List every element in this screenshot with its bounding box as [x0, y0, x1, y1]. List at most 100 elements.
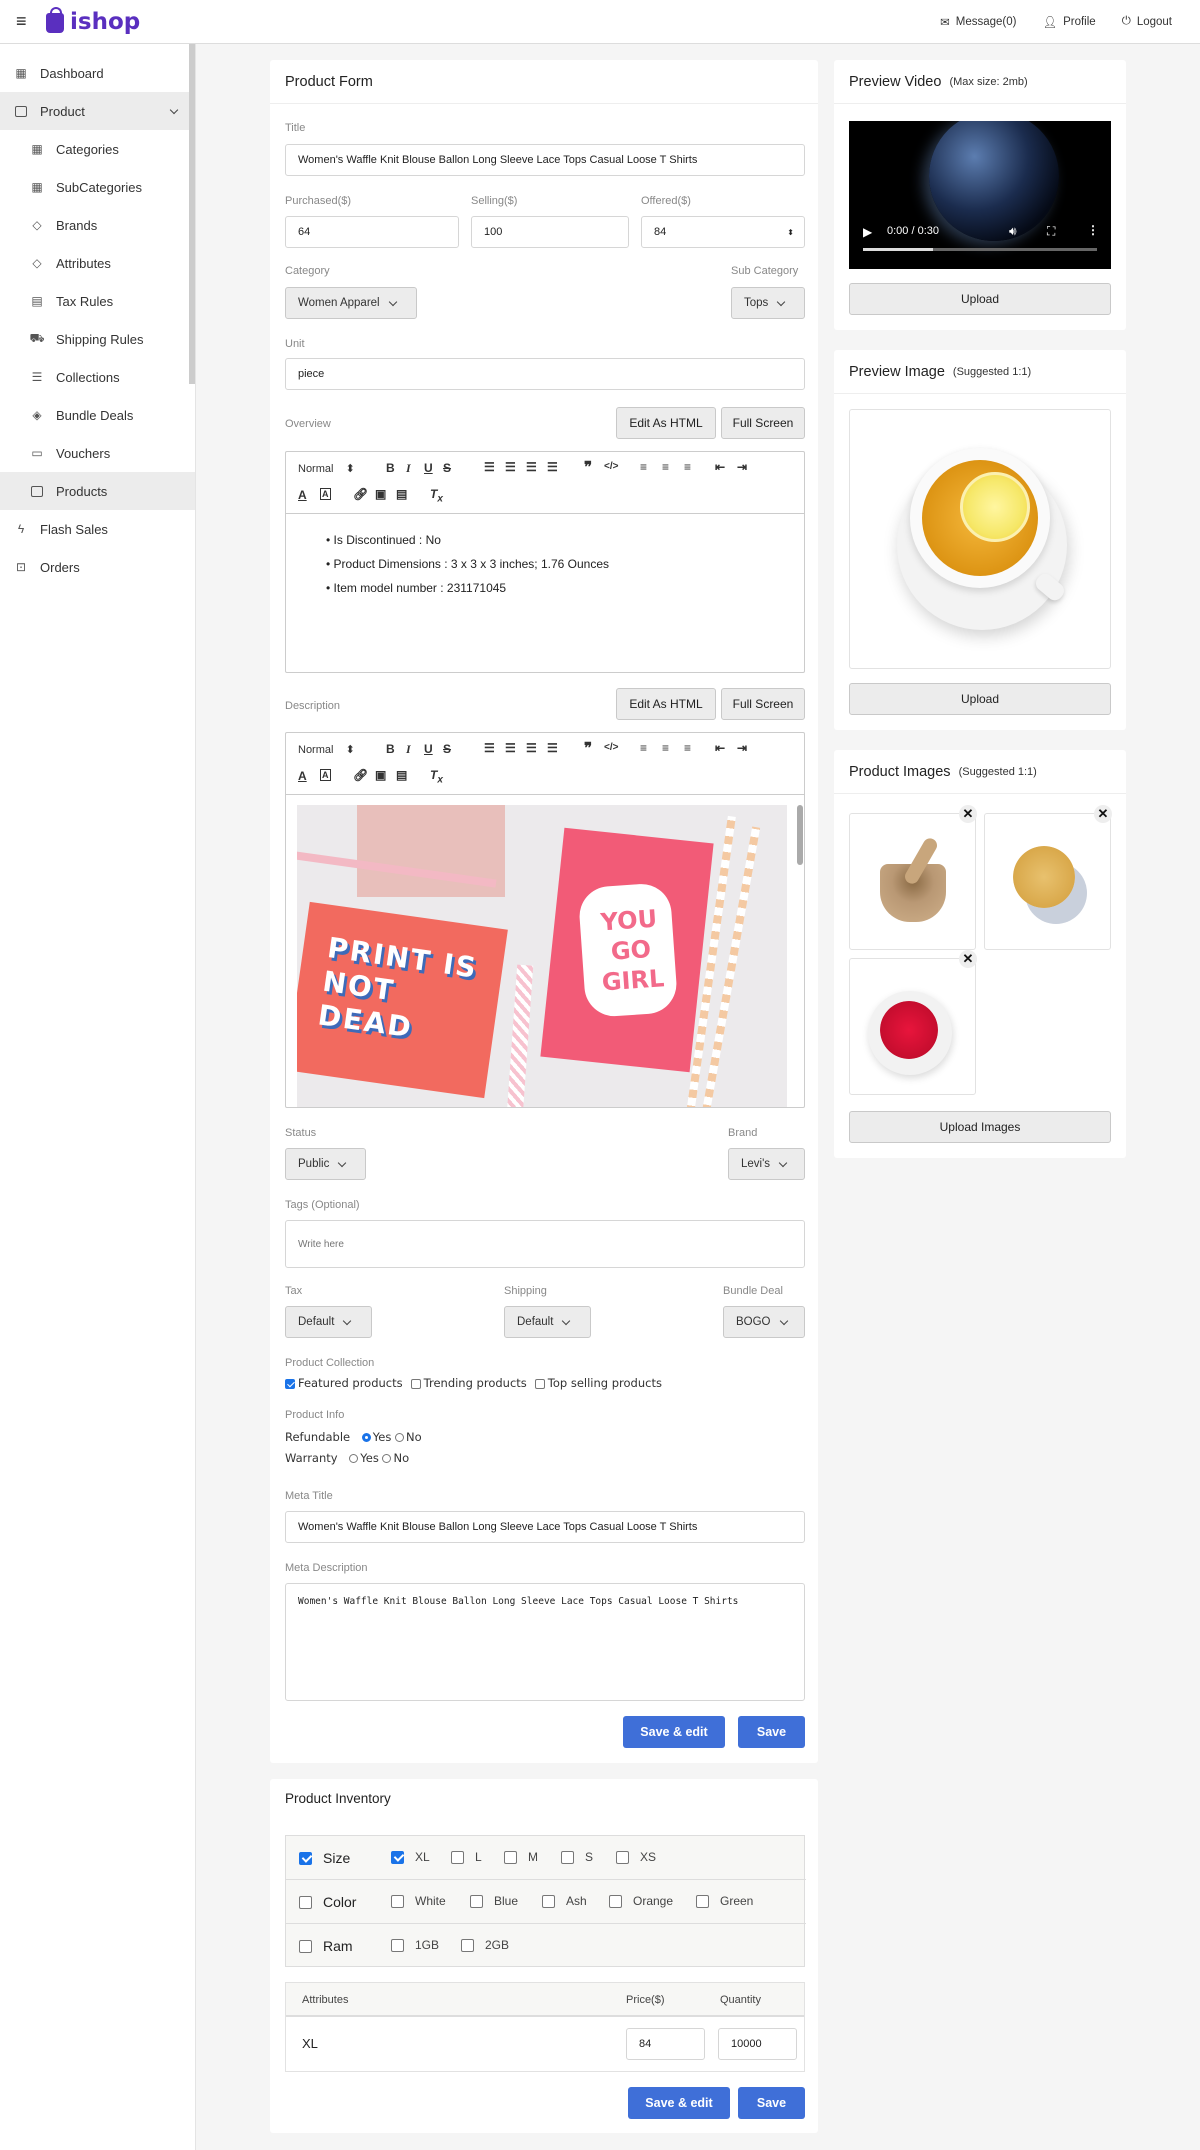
sidebar-item-subcategories[interactable]: ▦ SubCategories	[0, 168, 195, 206]
option-l[interactable]: L	[451, 1850, 482, 1864]
inventory-save-button[interactable]: Save	[738, 2087, 805, 2119]
clear-format-icon[interactable]: Tx	[430, 768, 443, 785]
sidebar-item-dashboard[interactable]: ▦ Dashboard	[0, 54, 195, 92]
save-button[interactable]: Save	[738, 1716, 805, 1748]
align-justify-icon[interactable]: ☰	[547, 460, 558, 474]
text-color-icon[interactable]: A	[298, 769, 307, 783]
strike-icon[interactable]: S	[443, 461, 451, 475]
checkbox[interactable]	[410, 1378, 421, 1389]
selling-input[interactable]: 100	[471, 216, 629, 248]
checkbox[interactable]	[391, 1850, 404, 1864]
hamburger-menu-icon[interactable]: ≡	[16, 11, 30, 32]
outdent-icon[interactable]: ⇤	[715, 741, 725, 755]
sidebar-item-tax-rules[interactable]: ▤ Tax Rules	[0, 282, 195, 320]
sidebar-item-orders[interactable]: ⊡ Orders	[0, 548, 195, 586]
align-justify-icon[interactable]: ☰	[547, 741, 558, 755]
row-price-input[interactable]: 84	[626, 2028, 705, 2060]
checkbox[interactable]	[504, 1850, 517, 1864]
volume-icon[interactable]: 🔊︎	[1009, 224, 1017, 239]
align-left-icon[interactable]: ☰	[484, 741, 495, 755]
sidebar-item-brands[interactable]: ◇ Brands	[0, 206, 195, 244]
title-input[interactable]: Women's Waffle Knit Blouse Ballon Long S…	[285, 144, 805, 176]
option-green[interactable]: Green	[696, 1894, 753, 1908]
video-icon[interactable]: ▤	[396, 768, 407, 782]
offered-input[interactable]: 84 ⬍	[641, 216, 805, 248]
option-orange[interactable]: Orange	[609, 1894, 673, 1908]
description-edit-html-button[interactable]: Edit As HTML	[616, 688, 716, 720]
quote-icon[interactable]: ❞	[584, 739, 592, 757]
inventory-save-and-edit-button[interactable]: Save & edit	[628, 2087, 730, 2119]
check-list-icon[interactable]: ≡	[684, 741, 691, 755]
spinner-icon[interactable]: ⬍	[787, 228, 794, 237]
bullet-list-icon[interactable]: ≡	[662, 741, 669, 755]
video-player[interactable]: ▶ 0:00 / 0:30 🔊︎ ⛶ ⋮	[849, 121, 1111, 269]
category-select[interactable]: Women Apparel	[285, 287, 417, 319]
option-xs[interactable]: XS	[616, 1850, 656, 1864]
option-1gb[interactable]: 1GB	[391, 1938, 439, 1952]
bold-icon[interactable]: B	[386, 742, 395, 756]
option-s[interactable]: S	[561, 1850, 593, 1864]
meta-title-input[interactable]: Women's Waffle Knit Blouse Ballon Long S…	[285, 1511, 805, 1543]
upload-images-button[interactable]: Upload Images	[849, 1111, 1111, 1143]
indent-icon[interactable]: ⇥	[737, 741, 747, 755]
remove-image-icon[interactable]: ✕	[959, 950, 977, 968]
align-left-icon[interactable]: ☰	[484, 460, 495, 474]
ordered-list-icon[interactable]: ≡	[640, 741, 647, 755]
outdent-icon[interactable]: ⇤	[715, 460, 725, 474]
checkbox[interactable]	[561, 1850, 574, 1864]
checkbox[interactable]	[534, 1378, 545, 1389]
save-and-edit-button[interactable]: Save & edit	[623, 1716, 725, 1748]
shipping-select[interactable]: Default	[504, 1306, 591, 1338]
tax-select[interactable]: Default	[285, 1306, 372, 1338]
meta-desc-textarea[interactable]: Women's Waffle Knit Blouse Ballon Long S…	[285, 1583, 805, 1701]
sidebar-item-products[interactable]: Products	[0, 472, 195, 510]
sidebar-item-shipping-rules[interactable]: ⛟ Shipping Rules	[0, 320, 195, 358]
text-color-icon[interactable]: A	[298, 488, 307, 502]
checkbox[interactable]	[470, 1894, 483, 1908]
checkbox[interactable]	[542, 1894, 555, 1908]
bold-icon[interactable]: B	[386, 461, 395, 475]
bullet-list-icon[interactable]: ≡	[662, 460, 669, 474]
description-full-screen-button[interactable]: Full Screen	[721, 688, 805, 720]
featured-checkbox[interactable]: Featured products	[285, 1376, 403, 1390]
sidebar-item-collections[interactable]: ☰ Collections	[0, 358, 195, 396]
checkbox[interactable]	[461, 1938, 474, 1952]
fullscreen-icon[interactable]: ⛶	[1047, 224, 1055, 239]
link-icon[interactable]: 🔗︎	[353, 768, 368, 782]
profile-link[interactable]: 👤︎ Profile	[1042, 15, 1095, 29]
checkbox[interactable]	[696, 1894, 709, 1908]
radio[interactable]	[394, 1433, 404, 1442]
quote-icon[interactable]: ❞	[584, 458, 592, 476]
sidebar-item-categories[interactable]: ▦ Categories	[0, 130, 195, 168]
purchased-input[interactable]: 64	[285, 216, 459, 248]
link-icon[interactable]: 🔗︎	[353, 487, 368, 501]
strike-icon[interactable]: S	[443, 742, 451, 756]
sidebar-item-vouchers[interactable]: ▭ Vouchers	[0, 434, 195, 472]
background-color-icon[interactable]: A	[320, 769, 331, 781]
sidebar-item-bundle-deals[interactable]: ◈ Bundle Deals	[0, 396, 195, 434]
option-2gb[interactable]: 2GB	[461, 1938, 509, 1952]
sidebar-item-product[interactable]: Product	[0, 92, 195, 130]
editor-scrollbar[interactable]	[797, 805, 803, 865]
more-options-icon[interactable]: ⋮	[1087, 223, 1099, 237]
underline-icon[interactable]: U	[424, 742, 433, 756]
video-icon[interactable]: ▤	[396, 487, 407, 501]
unit-input[interactable]: piece	[285, 358, 805, 390]
option-m[interactable]: M	[504, 1850, 538, 1864]
radio[interactable]	[361, 1433, 371, 1442]
align-right-icon[interactable]: ☰	[526, 460, 537, 474]
tags-input[interactable]	[285, 1220, 805, 1268]
checkbox[interactable]	[391, 1894, 404, 1908]
image-icon[interactable]: ▣	[375, 768, 386, 782]
video-progress-bar[interactable]	[863, 248, 1097, 251]
sidebar-item-attributes[interactable]: ◇ Attributes	[0, 244, 195, 282]
clear-format-icon[interactable]: Tx	[430, 487, 443, 504]
checkbox[interactable]	[391, 1938, 404, 1952]
italic-icon[interactable]: I	[406, 461, 411, 476]
checkbox[interactable]	[616, 1850, 629, 1864]
code-icon[interactable]: </>	[604, 742, 618, 753]
logout-link[interactable]: ⏻ Logout	[1122, 15, 1172, 29]
background-color-icon[interactable]: A	[320, 488, 331, 500]
option-ash[interactable]: Ash	[542, 1894, 587, 1908]
overview-editor[interactable]: Normal ⬍ B I U S ☰ ☰ ☰ ☰ ❞ </> ≡ ≡ ≡ ⇤ ⇥…	[285, 451, 805, 673]
